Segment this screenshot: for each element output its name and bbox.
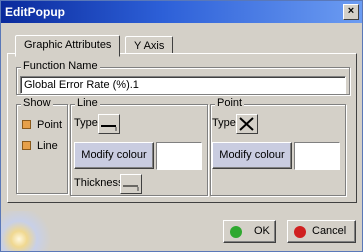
line-colour-swatch bbox=[156, 142, 202, 170]
ok-icon bbox=[230, 226, 242, 238]
function-name-legend: Function Name bbox=[21, 60, 100, 72]
line-style-icon bbox=[101, 125, 117, 131]
cancel-icon bbox=[294, 226, 306, 238]
function-name-field[interactable]: Global Error Rate (%).1 bbox=[20, 76, 346, 94]
ok-button[interactable]: OK bbox=[223, 220, 276, 243]
tab-graphic-attributes[interactable]: Graphic Attributes bbox=[15, 35, 121, 57]
ok-label: OK bbox=[254, 225, 270, 237]
title-bar[interactable]: EditPopup × bbox=[1, 1, 362, 23]
thickness-icon bbox=[123, 185, 139, 191]
line-legend: Line bbox=[75, 97, 100, 109]
line-checkbox[interactable] bbox=[22, 141, 31, 150]
point-checkbox-label: Point bbox=[37, 119, 63, 131]
line-type-label: Type bbox=[74, 117, 98, 129]
line-thickness-dropdown[interactable] bbox=[120, 174, 142, 194]
show-legend: Show bbox=[21, 97, 53, 109]
line-modify-colour-label: Modify colour bbox=[81, 149, 147, 161]
window-title: EditPopup bbox=[5, 5, 65, 19]
tab-label: Graphic Attributes bbox=[24, 39, 112, 51]
point-type-label: Type bbox=[212, 117, 236, 129]
line-type-dropdown[interactable] bbox=[98, 114, 120, 134]
point-checkbox[interactable] bbox=[22, 120, 31, 129]
tab-label: Y Axis bbox=[134, 40, 165, 52]
tab-panel: Function Name Global Error Rate (%).1 Sh… bbox=[7, 53, 357, 203]
point-modify-colour-button[interactable]: Modify colour bbox=[212, 142, 292, 169]
function-name-value: Global Error Rate (%).1 bbox=[24, 79, 139, 91]
cancel-label: Cancel bbox=[312, 225, 347, 237]
line-thickness-label: Thickness bbox=[74, 177, 124, 189]
line-checkbox-label: Line bbox=[37, 140, 58, 152]
close-button[interactable]: × bbox=[343, 4, 359, 20]
point-x-icon bbox=[239, 117, 254, 131]
point-modify-colour-label: Modify colour bbox=[219, 149, 285, 161]
close-icon: × bbox=[347, 5, 355, 17]
edit-popup-window: EditPopup × Graphic Attributes Y Axis Fu… bbox=[0, 0, 363, 252]
point-type-dropdown[interactable] bbox=[236, 114, 258, 134]
point-legend: Point bbox=[215, 97, 245, 109]
cancel-button[interactable]: Cancel bbox=[287, 220, 356, 243]
point-colour-swatch bbox=[294, 142, 340, 170]
line-modify-colour-button[interactable]: Modify colour bbox=[74, 142, 154, 169]
product-logo bbox=[1, 211, 59, 251]
